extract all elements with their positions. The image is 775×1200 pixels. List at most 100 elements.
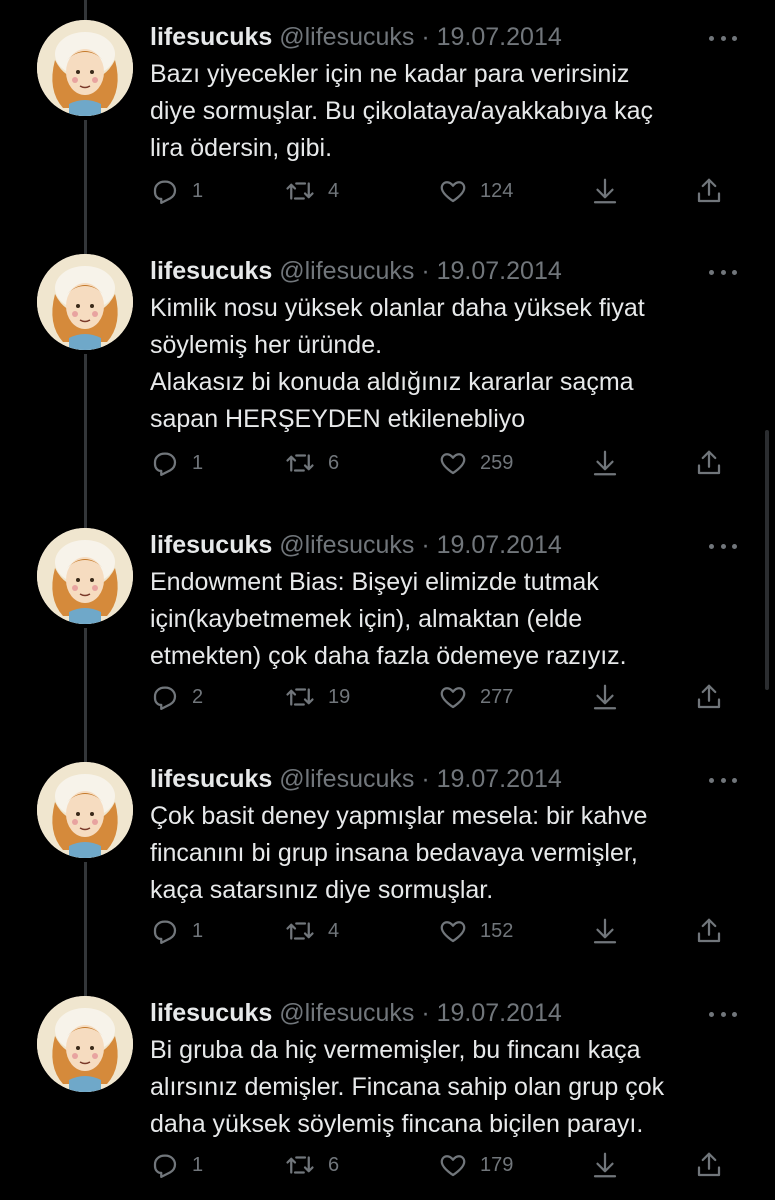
- user-handle[interactable]: @lifesucuks: [279, 257, 414, 285]
- share-button[interactable]: [694, 1148, 724, 1182]
- tweet-header: lifesucuks @lifesucuks · 19.07.2014: [150, 256, 562, 286]
- tweet-date[interactable]: 19.07.2014: [437, 531, 562, 559]
- like-button[interactable]: 179: [438, 1148, 513, 1182]
- bookmark-download-icon: [593, 1152, 617, 1178]
- reply-button[interactable]: 2: [150, 680, 203, 714]
- share-button[interactable]: [694, 446, 724, 480]
- save-button[interactable]: [590, 174, 620, 208]
- tweet[interactable]: lifesucuks @lifesucuks · 19.07.2014 Kiml…: [0, 234, 775, 508]
- tweet-header: lifesucuks @lifesucuks · 19.07.2014: [150, 998, 562, 1028]
- display-name[interactable]: lifesucuks: [150, 765, 272, 793]
- user-handle[interactable]: @lifesucuks: [279, 531, 414, 559]
- tweet-date[interactable]: 19.07.2014: [437, 765, 562, 793]
- retweet-icon: [286, 1156, 314, 1174]
- reply-icon: [153, 180, 177, 204]
- retweet-count: 19: [328, 686, 351, 708]
- tweet-date[interactable]: 19.07.2014: [437, 999, 562, 1027]
- tweet-text: Bazı yiyecekler için ne kadar para verir…: [150, 56, 740, 167]
- separator: ·: [421, 23, 430, 51]
- like-count: 259: [480, 452, 514, 474]
- display-name[interactable]: lifesucuks: [150, 999, 272, 1027]
- more-icon[interactable]: [709, 34, 737, 42]
- tweet-text-line: diye sormuşlar. Bu çikolataya/ayakkabıya…: [150, 97, 654, 125]
- like-button[interactable]: 259: [438, 446, 513, 480]
- reply-button[interactable]: 1: [150, 446, 203, 480]
- retweet-button[interactable]: 6: [284, 446, 339, 480]
- save-button[interactable]: [590, 914, 620, 948]
- avatar[interactable]: [37, 254, 133, 350]
- tweet-text: Bi gruba da hiç vermemişler, bu fincanı …: [150, 1032, 740, 1143]
- more-icon[interactable]: [709, 268, 737, 276]
- tweet-text-line: Bazı yiyecekler için ne kadar para verir…: [150, 60, 630, 88]
- save-button[interactable]: [590, 446, 620, 480]
- save-button[interactable]: [590, 1148, 620, 1182]
- more-icon[interactable]: [709, 542, 737, 550]
- tweet-text-line: etmekten) çok daha fazla ödemeye razıyız…: [150, 642, 627, 670]
- tweet[interactable]: lifesucuks @lifesucuks · 19.07.2014 Çok …: [0, 742, 775, 976]
- reply-button[interactable]: 1: [150, 914, 203, 948]
- retweet-button[interactable]: 4: [284, 914, 339, 948]
- reply-count: 1: [192, 1154, 204, 1176]
- share-button[interactable]: [694, 914, 724, 948]
- scrollbar[interactable]: [765, 430, 769, 690]
- tweet-header: lifesucuks @lifesucuks · 19.07.2014: [150, 22, 562, 52]
- reply-button[interactable]: 1: [150, 174, 203, 208]
- like-count: 152: [480, 920, 514, 942]
- retweet-button[interactable]: 4: [284, 174, 339, 208]
- like-icon: [440, 181, 466, 203]
- separator: ·: [421, 257, 430, 285]
- display-name[interactable]: lifesucuks: [150, 257, 272, 285]
- share-button[interactable]: [694, 680, 724, 714]
- reply-button[interactable]: 1: [150, 1148, 203, 1182]
- tweet-text-line: söylemiş her üründe.: [150, 331, 383, 359]
- share-icon: [697, 684, 721, 709]
- retweet-button[interactable]: 19: [284, 680, 350, 714]
- tweet-header: lifesucuks @lifesucuks · 19.07.2014: [150, 530, 562, 560]
- reply-count: 2: [192, 686, 204, 708]
- reply-count: 1: [192, 180, 204, 202]
- retweet-button[interactable]: 6: [284, 1148, 339, 1182]
- like-count: 277: [480, 686, 514, 708]
- tweet-thread: lifesucuks @lifesucuks · 19.07.2014 Bazı…: [0, 0, 775, 1200]
- tweet-actions: 2 19 277: [150, 680, 730, 714]
- share-icon: [697, 1152, 721, 1177]
- tweet-text: Endowment Bias: Bişeyi elimizde tutmak i…: [150, 564, 740, 675]
- display-name[interactable]: lifesucuks: [150, 23, 272, 51]
- tweet-actions: 1 6 179: [150, 1148, 730, 1182]
- save-button[interactable]: [590, 680, 620, 714]
- display-name[interactable]: lifesucuks: [150, 531, 272, 559]
- more-icon[interactable]: [709, 776, 737, 784]
- user-handle[interactable]: @lifesucuks: [279, 999, 414, 1027]
- tweet-text-line: alırsınız demişler. Fincana sahip olan g…: [150, 1073, 665, 1101]
- tweet-text-line: kaça satarsınız diye sormuşlar.: [150, 876, 494, 904]
- tweet-date[interactable]: 19.07.2014: [437, 257, 562, 285]
- tweet[interactable]: lifesucuks @lifesucuks · 19.07.2014 Bi g…: [0, 976, 775, 1200]
- avatar[interactable]: [37, 762, 133, 858]
- tweet-actions: 1 4 124: [150, 174, 730, 208]
- tweet-date[interactable]: 19.07.2014: [437, 23, 562, 51]
- avatar[interactable]: [37, 996, 133, 1092]
- retweet-icon: [286, 688, 314, 706]
- like-button[interactable]: 152: [438, 914, 513, 948]
- like-button[interactable]: 277: [438, 680, 513, 714]
- retweet-count: 4: [328, 180, 340, 202]
- bookmark-download-icon: [593, 918, 617, 944]
- tweet-text-line: için(kaybetmemek için), almaktan (elde: [150, 605, 583, 633]
- retweet-icon: [286, 454, 314, 472]
- share-icon: [697, 450, 721, 475]
- avatar[interactable]: [37, 20, 133, 116]
- more-icon[interactable]: [709, 1010, 737, 1018]
- share-button[interactable]: [694, 174, 724, 208]
- tweet-text-line: Endowment Bias: Bişeyi elimizde tutmak: [150, 568, 599, 596]
- tweet[interactable]: lifesucuks @lifesucuks · 19.07.2014 Bazı…: [0, 0, 775, 234]
- like-icon: [440, 453, 466, 475]
- reply-count: 1: [192, 920, 204, 942]
- avatar[interactable]: [37, 528, 133, 624]
- bookmark-download-icon: [593, 450, 617, 476]
- tweet-text-line: fincanını bi grup insana bedavaya vermiş…: [150, 839, 638, 867]
- tweet[interactable]: lifesucuks @lifesucuks · 19.07.2014 Endo…: [0, 508, 775, 742]
- like-icon: [440, 1155, 466, 1177]
- user-handle[interactable]: @lifesucuks: [279, 23, 414, 51]
- like-button[interactable]: 124: [438, 174, 513, 208]
- user-handle[interactable]: @lifesucuks: [279, 765, 414, 793]
